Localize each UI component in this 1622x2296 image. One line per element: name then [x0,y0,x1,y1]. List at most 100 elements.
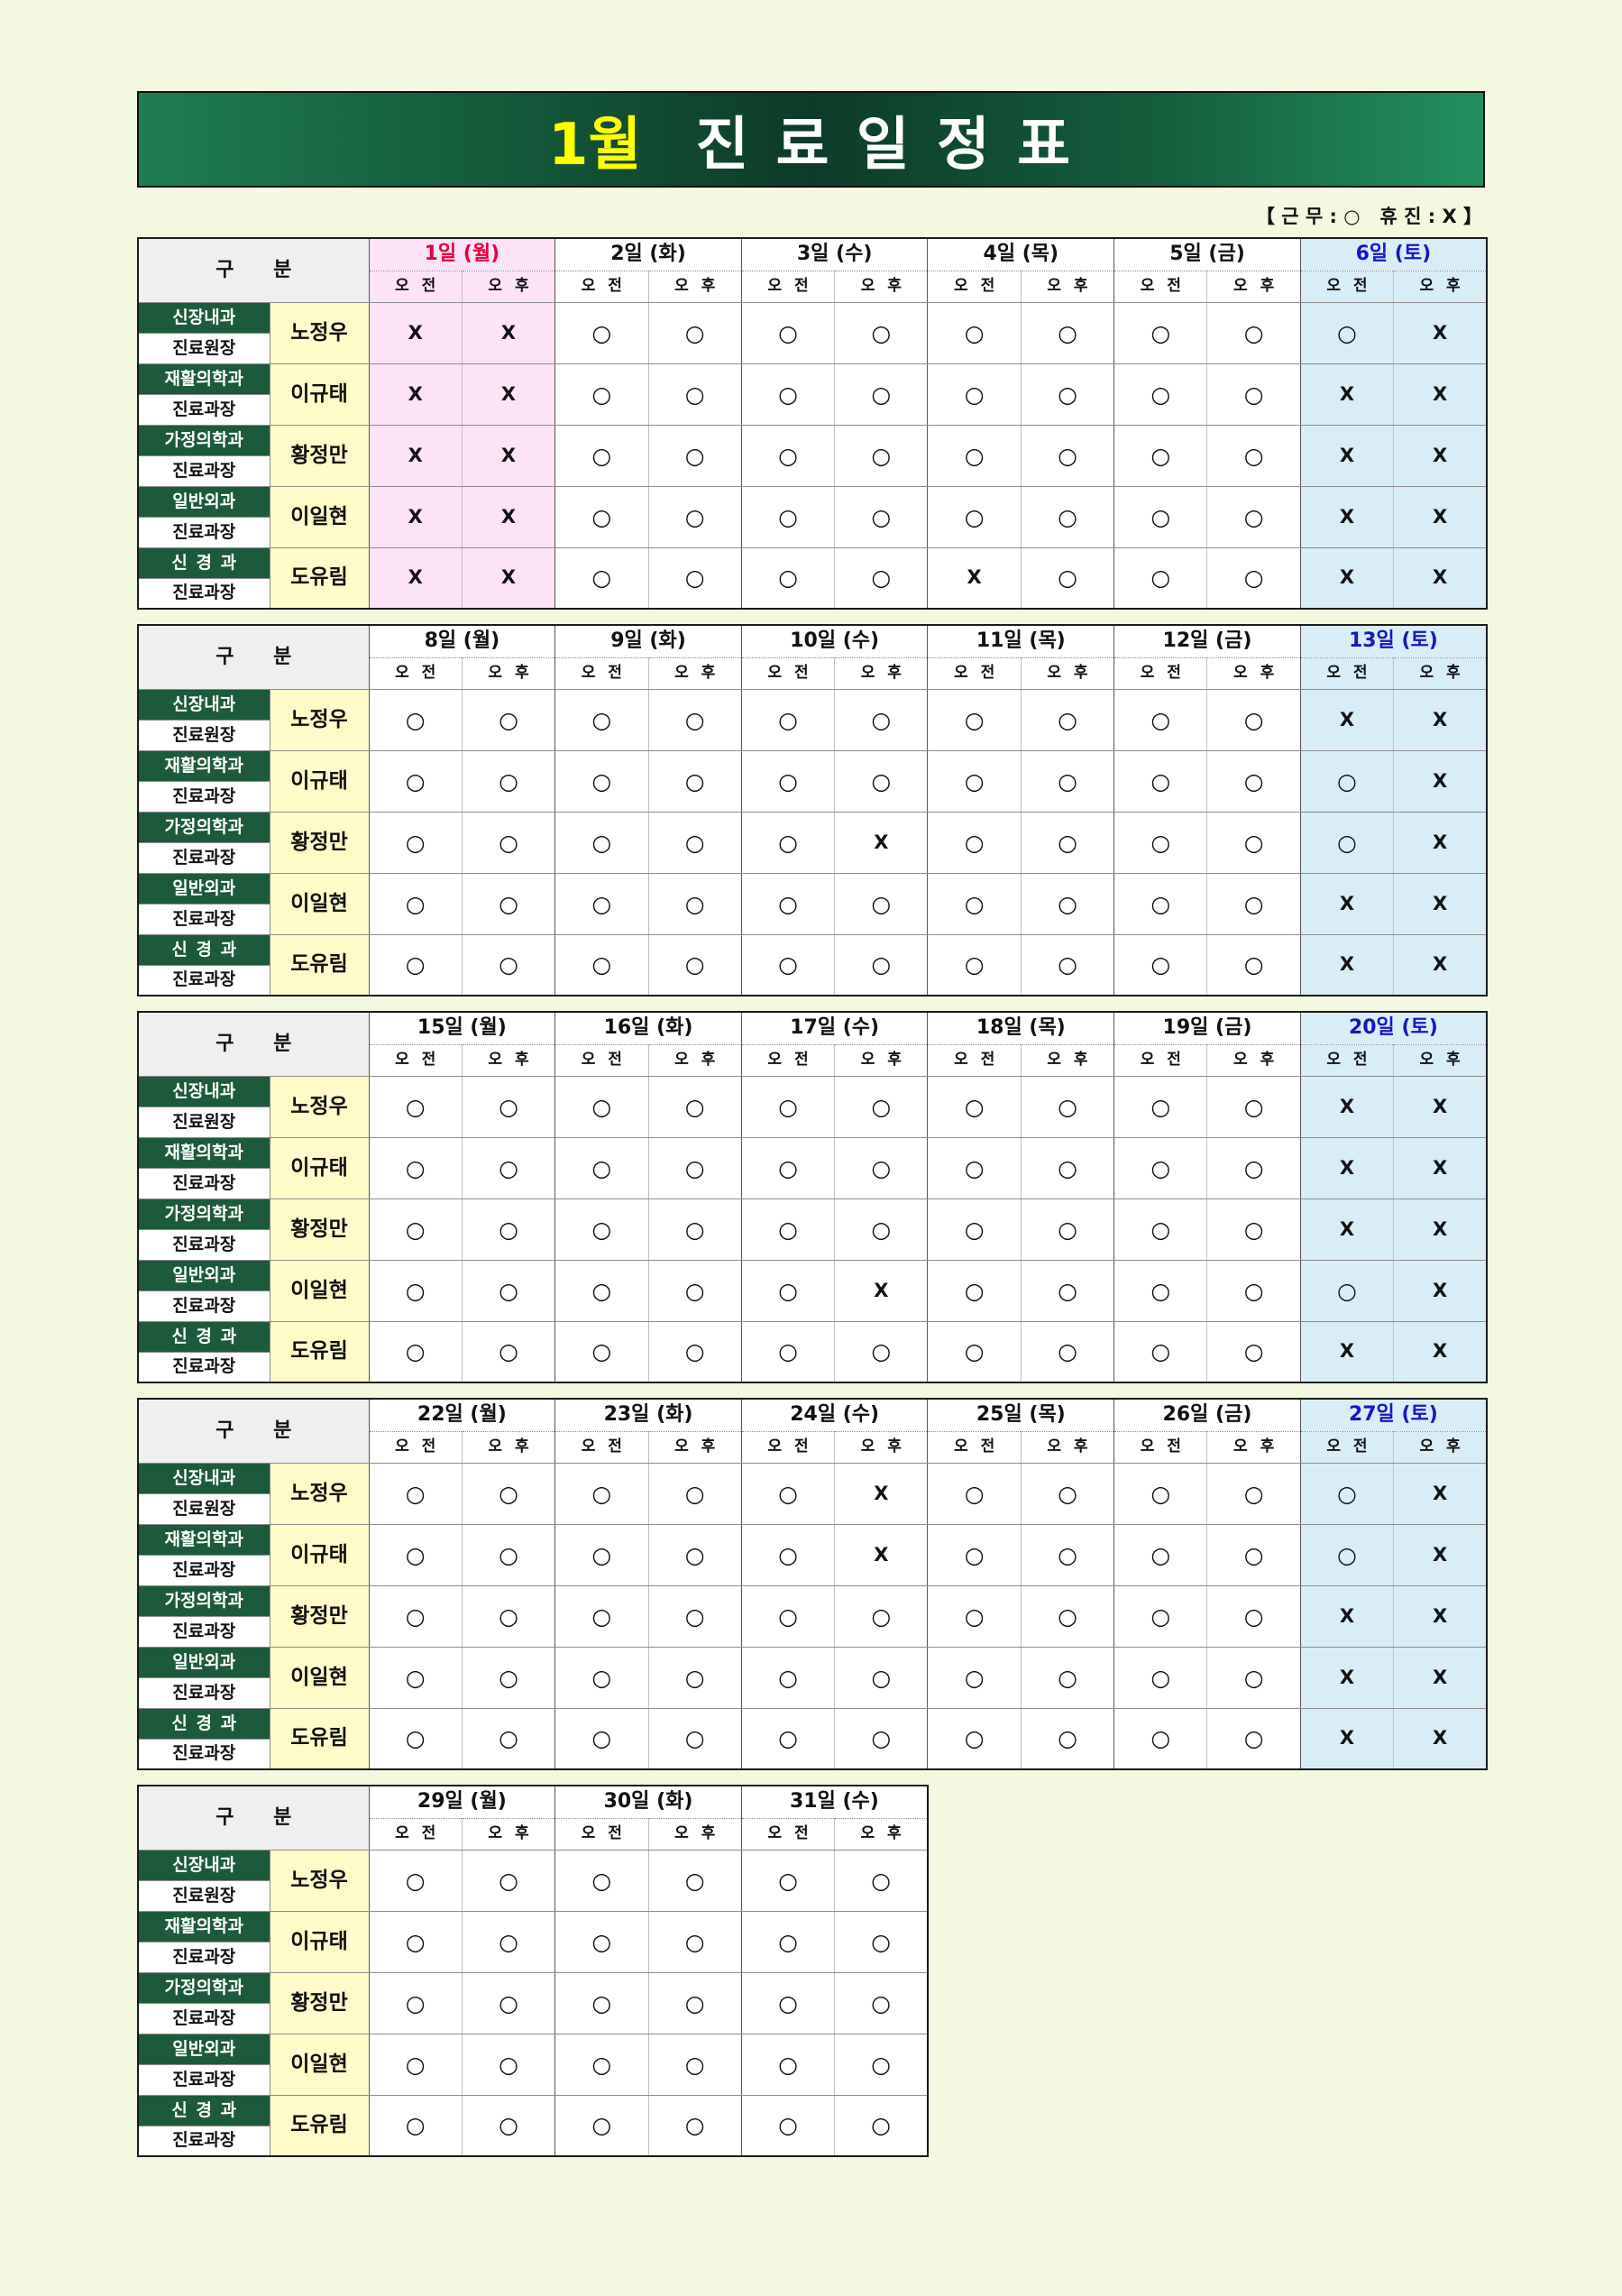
schedule-cell: ○ [740,1523,836,1586]
schedule-cell: ○ [1206,688,1301,751]
schedule-cell: ○ [927,301,1022,364]
session-header-am: 오 전 [554,1043,649,1077]
schedule-cell: ○ [461,1075,556,1138]
schedule-cell: ○ [1206,1523,1301,1586]
schedule-cell: X [1393,1259,1488,1322]
schedule-cell: ○ [1113,1646,1208,1709]
schedule-cell: X [461,363,556,426]
department-label: 신장내과 [137,1075,270,1107]
session-header-pm: 오 후 [834,1430,929,1464]
table-header: 구 분 1일 (월) 2일 (화) 3일 (수) 4일 (목) 5일 (금) 6일 (토) 오… [137,237,1488,303]
schedule-cell: X [1393,1136,1488,1199]
schedule-cell: ○ [927,1584,1022,1648]
department-label: 일반외과 [137,2033,270,2065]
schedule-cell: ○ [554,1646,649,1709]
date-header: 2일 (화) [554,237,742,271]
schedule-cell: ○ [1020,1320,1115,1383]
session-header-am: 오 전 [1113,270,1208,303]
schedule-cell: ○ [368,872,463,935]
doctor-row: 일반외과 이일현 ○ ○ ○ ○ ○ ○ [137,2033,929,2096]
schedule-cell: ○ [554,1198,649,1261]
schedule-cell: ○ [368,811,463,874]
table-header: 구 분 22일 (월) 23일 (화) 24일 (수) 25일 (목) 26일 (금) 27… [137,1398,1488,1464]
schedule-cell: X [1393,424,1488,487]
doctor-name: 이규태 [269,363,370,426]
doctor-row: 일반외과 이일현 X X ○ ○ ○ ○ ○ ○ ○ ○ X X [137,485,1488,548]
date-header: 3일 (수) [740,237,929,271]
department-label: 재활의학과 [137,749,270,782]
schedule-cell: ○ [1206,1320,1301,1383]
date-header: 6일 (토) [1299,237,1488,271]
session-header-pm: 오 후 [834,1817,929,1851]
position-label: 진료과장 [137,455,270,487]
schedule-cell: X [1393,1584,1488,1648]
schedule-cell: ○ [647,1198,742,1261]
date-row: 구 분 22일 (월) 23일 (화) 24일 (수) 25일 (목) 26일 (금) 27… [137,1398,1488,1464]
schedule-cell: ○ [1299,811,1395,874]
schedule-cell: ○ [927,1136,1022,1199]
date-header: 9일 (화) [554,624,742,658]
schedule-cell: X [1299,1584,1395,1648]
schedule-cell: X [368,485,463,548]
schedule-cell: X [1393,933,1488,996]
schedule-cell: ○ [927,424,1022,487]
schedule-cell: X [368,301,463,364]
schedule-cell: ○ [1113,1075,1208,1138]
schedule-cell: ○ [554,1523,649,1586]
schedule-cell: ○ [1113,933,1208,996]
session-header-pm: 오 후 [461,270,556,303]
schedule-cell: ○ [1299,1462,1395,1525]
department-label: 가정의학과 [137,424,270,456]
doctor-name: 황정만 [269,1584,370,1648]
schedule-cell: ○ [647,2094,742,2157]
schedule-cell: ○ [740,1910,836,1973]
table-header: 구 분 8일 (월) 9일 (화) 10일 (수) 11일 (목) 12일 (금) 13일 … [137,624,1488,690]
schedule-cell: X [1299,546,1395,610]
schedule-cell: ○ [1113,688,1208,751]
date-header: 8일 (월) [368,624,556,658]
schedule-cell: ○ [1020,1462,1115,1525]
schedule-cell: ○ [1206,1136,1301,1199]
title-month: 1월 [548,111,642,179]
table-body: 신장내과 노정우 ○ ○ ○ ○ ○ X ○ ○ ○ ○ ○ X 진료원장 재활의학과 이규태 ○ ○ ○ ○ ○ X ○ ○ ○… [137,1462,1488,1770]
doctor-row: 신 경 과 도유림 X X ○ ○ ○ ○ X ○ ○ ○ X X [137,546,1488,610]
schedule-cell: ○ [554,1136,649,1199]
schedule-cell: ○ [740,546,836,610]
date-header: 30일 (화) [554,1785,742,1819]
schedule-cell: ○ [740,1646,836,1709]
position-label: 진료과장 [137,2002,270,2034]
session-header-pm: 오 후 [1020,657,1115,690]
doctor-name: 이일현 [269,1259,370,1322]
schedule-cell: ○ [740,1136,836,1199]
schedule-cell: ○ [368,1584,463,1648]
table-body: 신장내과 노정우 ○ ○ ○ ○ ○ ○ ○ ○ ○ ○ X X 진료원장 재활의학과 이규태 ○ ○ ○ ○ ○ ○ ○ ○ ○… [137,1075,1488,1383]
schedule-cell: ○ [740,424,836,487]
date-header: 4일 (목) [927,237,1115,271]
schedule-cell: ○ [927,1259,1022,1322]
schedule-cell: X [1299,1198,1395,1261]
doctor-name: 도유림 [269,1707,370,1770]
schedule-cell: X [1299,1707,1395,1770]
schedule-cell: ○ [554,485,649,548]
schedule-cell: ○ [461,1136,556,1199]
category-header: 구 분 [137,1785,370,1851]
schedule-cell: ○ [1020,301,1115,364]
session-header-am: 오 전 [1299,270,1395,303]
schedule-cell: ○ [1206,1646,1301,1709]
session-header-am: 오 전 [740,657,836,690]
doctor-name: 도유림 [269,1320,370,1383]
session-header-pm: 오 후 [1393,1043,1488,1077]
session-header-pm: 오 후 [1020,270,1115,303]
schedule-cell: ○ [740,1462,836,1525]
doctor-row: 신장내과 노정우 X X ○ ○ ○ ○ ○ ○ ○ ○ ○ X [137,301,1488,364]
position-label: 진료과장 [137,1738,270,1770]
schedule-cell: ○ [834,363,929,426]
schedule-cell: ○ [1206,424,1301,487]
schedule-cell: ○ [740,363,836,426]
position-label: 진료원장 [137,719,270,751]
schedule-cell: ○ [927,933,1022,996]
schedule-cell: ○ [834,1646,929,1709]
department-label: 신장내과 [137,1849,270,1881]
schedule-cell: ○ [740,749,836,813]
schedule-cell: X [834,1259,929,1322]
